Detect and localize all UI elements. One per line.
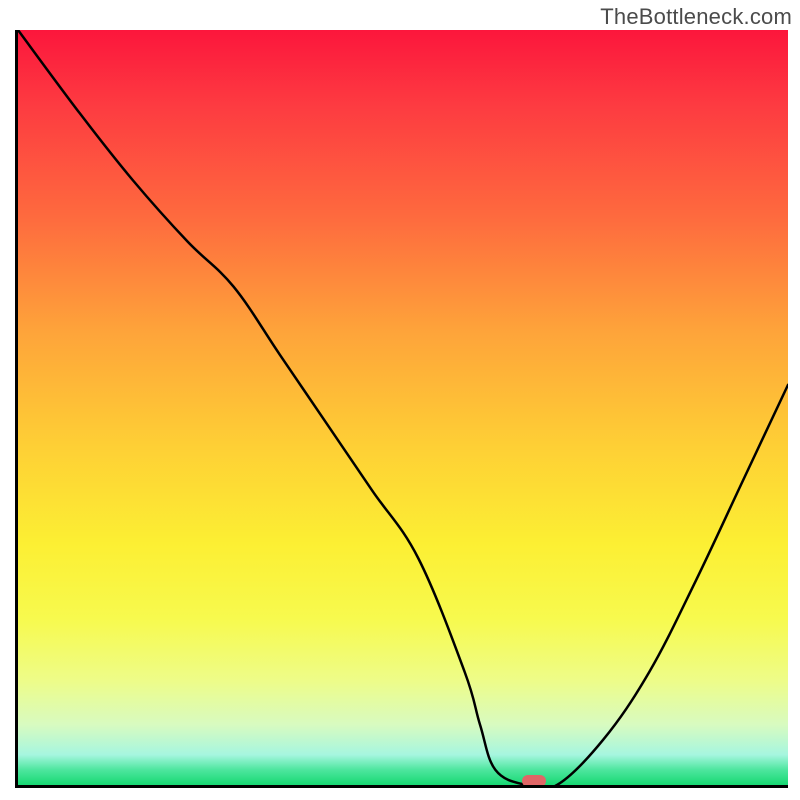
curve-path — [18, 30, 788, 785]
curve-plot — [18, 30, 788, 785]
watermark-text: TheBottleneck.com — [600, 4, 792, 30]
chart-frame — [15, 30, 788, 788]
chart-container: TheBottleneck.com — [0, 0, 800, 800]
minimum-marker — [522, 775, 546, 787]
